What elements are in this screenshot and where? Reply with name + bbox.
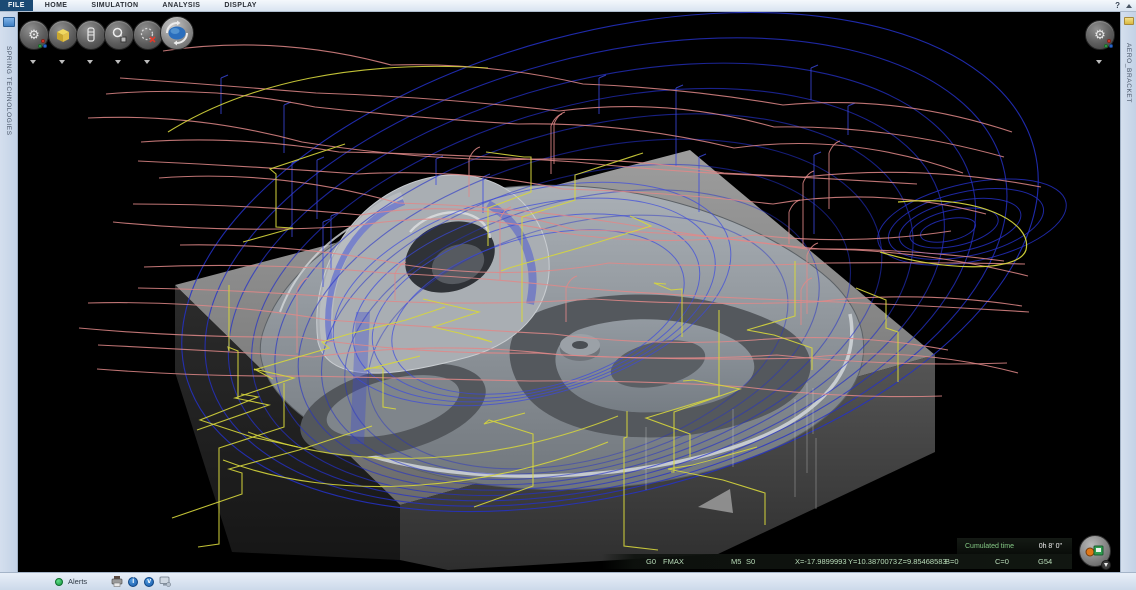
chevron-down-icon[interactable] [144,60,150,64]
tab-analysis[interactable]: ANALYSIS [150,0,212,11]
tab-display[interactable]: DISPLAY [212,0,269,11]
chevron-down-icon[interactable] [59,60,65,64]
selection-circle-icon [139,26,157,44]
nc-status-bar: G0 FMAX M5 S0 X=-17.9899993 Y=10.3870073… [602,554,1072,569]
magnifier-icon [111,27,127,43]
view-rotate-button[interactable] [160,16,194,50]
menu-bar: FILE HOME SIMULATION ANALYSIS DISPLAY ? [0,0,1136,12]
machine-icon [1085,543,1105,559]
x-coordinate: X=-17.9899993 [795,557,847,566]
chevron-down-icon[interactable] [30,60,36,64]
spindle-value: S0 [746,557,755,566]
ncsimul-logo-icon [38,39,47,48]
right-panel-rail[interactable]: AERO_BRACKET [1120,12,1136,590]
display-settings-button[interactable]: ⚙ [1085,20,1115,50]
chevron-down-icon[interactable] [1096,60,1102,64]
machine-setup-button[interactable]: ⚙ [19,20,49,50]
cumulated-time-label: Cumulated time [965,543,1014,550]
cumulated-time-value: 0h 8' 0" [1039,543,1062,550]
z-coordinate: Z=9.85468583 [898,557,947,566]
left-rail-title: SPRING TECHNOLOGIES [5,46,12,136]
expand-down-icon[interactable]: v [143,576,155,588]
tab-home[interactable]: HOME [33,0,80,11]
project-folder-icon [3,17,15,27]
chevron-down-icon[interactable] [115,60,121,64]
tool-button[interactable] [76,20,106,50]
tab-file[interactable]: FILE [0,0,33,11]
help-icon[interactable]: ? [1115,2,1120,10]
info-icon[interactable]: i [127,576,139,588]
window-status-bar: Alerts i v [0,572,1136,590]
expand-icon[interactable] [1101,560,1111,570]
left-panel-rail[interactable]: SPRING TECHNOLOGIES [0,12,18,572]
stock-cube-icon [55,28,71,43]
work-offset-value: G54 [1038,557,1052,566]
pin-ribbon-icon[interactable] [1126,4,1132,8]
zoom-button[interactable] [104,20,134,50]
b-axis-value: B=0 [945,557,959,566]
viewport-3d[interactable]: ⚙ [18,12,1122,572]
stock-button[interactable] [48,20,78,50]
tab-simulation[interactable]: SIMULATION [79,0,150,11]
m-code-value: M5 [731,557,741,566]
c-axis-value: C=0 [995,557,1009,566]
machining-scene [18,12,1122,572]
chevron-down-icon[interactable] [87,60,93,64]
right-rail-title: AERO_BRACKET [1125,43,1132,103]
feed-value: FMAX [663,557,684,566]
tool-holder-icon [84,27,98,43]
gcode-value: G0 [646,557,656,566]
printer-icon[interactable] [111,576,123,588]
application-window: FILE HOME SIMULATION ANALYSIS DISPLAY ? … [0,0,1136,590]
alerts-label[interactable]: Alerts [68,577,87,586]
y-coordinate: Y=10.3870073 [848,557,897,566]
document-icon [1124,17,1134,25]
display-monitor-icon[interactable] [159,576,171,588]
ncsimul-logo-icon [1104,39,1113,48]
alerts-status-icon [55,578,63,586]
orbit-view-icon [164,20,190,46]
cumulated-time-panel: Cumulated time 0h 8' 0" [957,538,1072,554]
selection-button[interactable] [133,20,163,50]
